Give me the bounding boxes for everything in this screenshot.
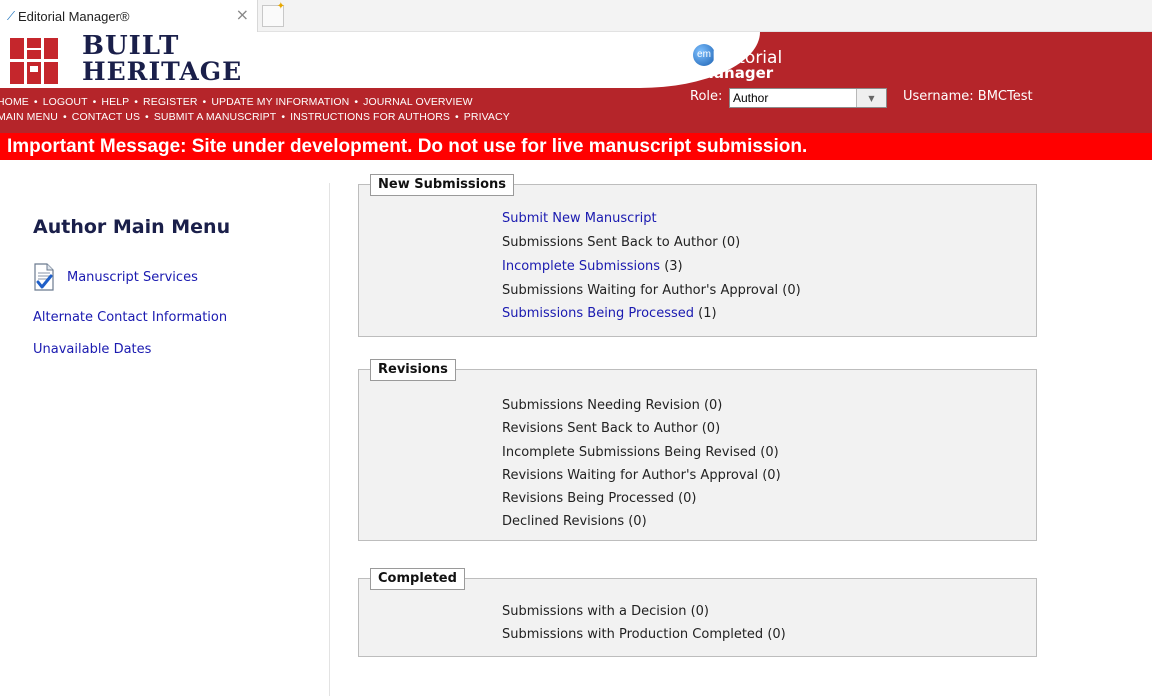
em-logo-line2: Manager — [699, 64, 774, 82]
new-tab-button[interactable]: ✦ — [262, 1, 285, 27]
nav-journal-overview[interactable]: JOURNAL OVERVIEW — [363, 96, 473, 108]
nav-home[interactable]: HOME — [0, 96, 29, 108]
role-label: Role: — [690, 89, 723, 104]
list-item: Revisions Waiting for Author's Approval … — [502, 468, 781, 483]
nav-logout[interactable]: LOGOUT — [43, 96, 88, 108]
site-header: BUILT HERITAGE HOME • LOGOUT • HELP • REGISTER… — [0, 32, 1152, 133]
revisions-section: Revisions Submissions Needing Revision (… — [358, 359, 1037, 541]
unavailable-dates-link[interactable]: Unavailable Dates — [33, 342, 151, 357]
new-submissions-legend: New Submissions — [370, 174, 515, 196]
nav-help[interactable]: HELP — [101, 96, 129, 108]
revisions-legend: Revisions — [370, 359, 456, 381]
list-item: Revisions Being Processed (0) — [502, 491, 697, 506]
role-select-value: Author — [733, 91, 769, 105]
column-divider — [329, 183, 330, 696]
alternate-contact-information-link[interactable]: Alternate Contact Information — [33, 310, 227, 325]
incomplete-submissions-count: (3) — [660, 259, 683, 274]
tab-close-icon[interactable]: × — [236, 7, 249, 23]
top-nav-row-2: MAIN MENU • CONTACT US • SUBMIT A MANUSCRIPT… — [0, 111, 510, 123]
top-nav-row-1: HOME • LOGOUT • HELP • REGISTER • UPDATE MY INFO… — [0, 96, 473, 108]
logo-line-heritage: HERITAGE — [82, 57, 243, 86]
nav-main-menu[interactable]: MAIN MENU — [0, 111, 58, 123]
author-main-menu-title: Author Main Menu — [33, 216, 231, 238]
new-tab-star-icon: ✦ — [276, 1, 285, 12]
role-select[interactable]: Author ▼ — [729, 88, 887, 108]
list-item: Declined Revisions (0) — [502, 514, 647, 529]
nav-submit-a-manuscript[interactable]: SUBMIT A MANUSCRIPT — [154, 111, 276, 123]
nav-contact-us[interactable]: CONTACT US — [72, 111, 140, 123]
browser-tab-strip: ⁄ Editorial Manager® × ✦ — [0, 0, 1152, 32]
logo-line-built: BUILT — [82, 32, 180, 61]
list-item: Submissions Needing Revision (0) — [502, 398, 723, 413]
completed-section: Completed Submissions with a Decision (0… — [358, 568, 1037, 657]
site-favicon-icon: ⁄ — [10, 9, 13, 23]
editorial-manager-logo: em Editorial Manager — [693, 38, 823, 84]
submissions-sent-back-text: Submissions Sent Back to Author (0) — [502, 235, 741, 250]
submissions-being-processed-count: (1) — [694, 306, 717, 321]
important-message-banner: Important Message: Site under developmen… — [0, 133, 1152, 160]
submissions-being-processed-link[interactable]: Submissions Being Processed — [502, 306, 694, 321]
list-item[interactable]: Submissions Being Processed (1) — [502, 306, 717, 321]
nav-register[interactable]: REGISTER — [143, 96, 197, 108]
submissions-waiting-approval-text: Submissions Waiting for Author's Approva… — [502, 283, 801, 298]
list-item: Submissions with Production Completed (0… — [502, 627, 786, 642]
list-item: Revisions Sent Back to Author (0) — [502, 421, 721, 436]
nav-privacy[interactable]: PRIVACY — [464, 111, 510, 123]
list-item[interactable]: Submit New Manuscript — [502, 211, 657, 226]
username-display: Username: BMCTest — [903, 89, 1033, 104]
list-item: Submissions Waiting for Author's Approva… — [502, 283, 801, 298]
chevron-down-icon[interactable]: ▼ — [856, 89, 886, 107]
list-item: Submissions Sent Back to Author (0) — [502, 235, 740, 250]
journal-logo-text: BUILT HERITAGE — [82, 32, 243, 86]
list-item[interactable]: Incomplete Submissions (3) — [502, 259, 683, 274]
manuscript-services-link[interactable]: Manuscript Services — [67, 270, 198, 285]
list-item: Submissions with a Decision (0) — [502, 604, 709, 619]
new-submissions-section: New Submissions Submit New Manuscript Su… — [358, 174, 1037, 337]
nav-update-my-information[interactable]: UPDATE MY INFORMATION — [211, 96, 349, 108]
manuscript-services-icon — [34, 263, 54, 291]
built-heritage-logo-icon — [10, 38, 58, 84]
submit-new-manuscript-link[interactable]: Submit New Manuscript — [502, 211, 657, 226]
browser-tab[interactable]: ⁄ Editorial Manager® × — [0, 0, 258, 32]
completed-legend: Completed — [370, 568, 465, 590]
nav-instructions-for-authors[interactable]: INSTRUCTIONS FOR AUTHORS — [290, 111, 450, 123]
incomplete-submissions-link[interactable]: Incomplete Submissions — [502, 259, 660, 274]
tab-title: Editorial Manager® — [18, 8, 130, 24]
list-item: Incomplete Submissions Being Revised (0) — [502, 445, 779, 460]
